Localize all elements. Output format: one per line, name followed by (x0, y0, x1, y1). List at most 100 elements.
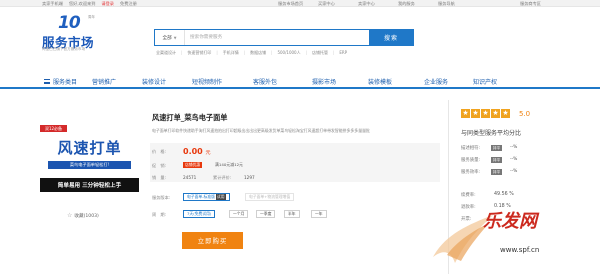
divider: | (271, 50, 273, 55)
topbar-left: 卖家手机端 您好,欢迎来到 请登录 免费注册 (42, 1, 137, 7)
version-option-label: 电子面单+物流管理增值 (249, 194, 291, 199)
rating-score: 5.0 (519, 110, 531, 118)
chevron-down-icon: ▼ (173, 35, 177, 40)
star-icon: ☆ (67, 212, 73, 219)
topbar-provider-link[interactable]: 服务商专区 (520, 1, 560, 7)
watermark-text: 乐发网 (483, 211, 537, 232)
star-icon: ★ (471, 109, 480, 118)
product-image-title: 风速打单 (57, 139, 122, 157)
cumulative-reviews-value[interactable]: 1297 (244, 175, 255, 180)
nav-item-enterprise[interactable]: 企业服务 (424, 77, 448, 86)
rating-row-value: --% (510, 157, 518, 162)
hot-word[interactable]: 快速营销打印 (187, 50, 211, 56)
divider: | (181, 50, 183, 55)
nav-all-label: 服务类目 (53, 79, 78, 86)
sales-value: 24571 (183, 175, 197, 180)
search-button[interactable]: 搜索 (369, 30, 413, 45)
nav-item-ip[interactable]: 知识产权 (473, 77, 497, 86)
price-amount: 0.00 (183, 147, 203, 156)
product-image-tag: 双12必备 (40, 125, 67, 132)
period-option-halfyear[interactable]: 半年 (284, 210, 300, 218)
trial-badge: 试用 (215, 194, 226, 200)
hot-word[interactable]: 全渠道设计 (156, 50, 176, 56)
search-scope-dropdown[interactable]: 全部 ▼ (155, 30, 185, 45)
nav-item-photography[interactable]: 摄影市场 (312, 77, 336, 86)
welcome-text: 您好,欢迎来到 (68, 1, 96, 6)
version-option-label: 电子面单-标准版 (187, 194, 215, 199)
product-title: 风速打单_菜鸟电子面单 (152, 113, 228, 122)
price-unit: 元 (205, 150, 211, 156)
promo-label: 促 销: (152, 163, 166, 168)
rating-row-label: 服务效率: (461, 170, 481, 175)
rating-row-label: 描述相符: (461, 146, 481, 151)
register-link[interactable]: 免费注册 (120, 1, 137, 7)
site-logo[interactable]: 10 周年 服务市场 阿里巴巴旗下官方服务市场 (42, 13, 120, 53)
rating-row-badge: 持平 (491, 157, 503, 163)
hot-word[interactable]: 500/1000人 (277, 50, 300, 56)
product-image-banner: 简单易用 三分钟轻松上手 (40, 178, 139, 192)
star-icon: ★ (481, 109, 490, 118)
nav-item-customer-service[interactable]: 客服外包 (253, 77, 277, 86)
nav-item-marketing[interactable]: 营销推广 (92, 77, 116, 86)
promo-text: 满140元减12元 (215, 162, 243, 167)
favorite-count: 收藏(1003) (74, 213, 99, 219)
menu-icon (44, 79, 50, 84)
hot-search-words: 全渠道设计 | 快速营销打印 | 手机详情 | 数据店铺 | 500/1000人 | 店铺… (156, 50, 347, 56)
nav-item-decoration[interactable]: 装修设计 (142, 77, 166, 86)
hot-word[interactable]: 数据店铺 (250, 50, 266, 56)
star-icon: ★ (501, 109, 510, 118)
search-bar: 全部 ▼ 搜索 (154, 29, 414, 46)
period-option-month[interactable]: 一个月 (229, 210, 249, 218)
topbar-buyer-link[interactable]: 买家中心 (318, 1, 358, 7)
version-option-logistics[interactable]: 电子面单+物流管理增值 (245, 193, 295, 201)
divider: | (305, 50, 307, 55)
period-option-trial[interactable]: 7天(免费试用) (183, 210, 216, 218)
topbar-home-link[interactable]: 服务市场首页 (278, 1, 318, 7)
nav-item-templates[interactable]: 装修模板 (368, 77, 392, 86)
rating-row-badge: 持平 (491, 145, 503, 151)
sales-label: 销 量: (152, 175, 166, 180)
topbar-right: 服务市场首页 买家中心 卖家中心 我的服务 服务导航 服务商专区 (278, 1, 560, 7)
hot-word[interactable]: ERP (339, 50, 347, 56)
product-image-subtitle: 菜鸟电子面单轻松打! (48, 161, 131, 169)
topbar-nav-link[interactable]: 服务导航 (438, 1, 478, 7)
mobile-link[interactable]: 卖家手机端 (42, 1, 63, 7)
product-description: 电子面单打印软件快递助手淘打风速拍拍出打印超级出出出出更高级发货单菜鸟轻松淘宝打… (152, 128, 370, 133)
renewal-rate-value: 49.56 % (494, 192, 514, 197)
rating-stars: ★ ★ ★ ★ ★ (461, 109, 510, 118)
buy-now-button[interactable]: 立即购买 (182, 232, 243, 249)
version-label: 服务版本: (152, 195, 171, 200)
price-label: 价 格: (152, 149, 166, 154)
favorite-button[interactable]: ☆ 收藏(1003) (67, 212, 99, 219)
product-image[interactable]: 双12必备 风速打单 菜鸟电子面单轻松打! 简单易用 三分钟轻松上手 (40, 125, 139, 192)
period-option-quarter[interactable]: 一季度 (256, 210, 276, 218)
version-option-standard[interactable]: 电子面单-标准版 试用 (183, 193, 230, 201)
search-scope-label: 全部 (162, 35, 172, 41)
nav-item-video[interactable]: 短视频制作 (192, 77, 222, 86)
main-navigation: 服务类目 营销推广 装修设计 短视频制作 客服外包 摄影市场 装修模板 企业服务… (0, 74, 600, 89)
cumulative-reviews-label: 累计评价: (213, 175, 232, 180)
hot-word[interactable]: 店铺托管 (312, 50, 328, 56)
divider: | (332, 50, 335, 55)
logo-slogan: 阿里巴巴旗下官方服务市场 (42, 47, 86, 51)
topbar-myservice-link[interactable]: 我的服务 (398, 1, 438, 7)
period-option-year[interactable]: 一年 (311, 210, 327, 218)
hot-word[interactable]: 手机详情 (223, 50, 239, 56)
divider: | (216, 50, 218, 55)
rating-row-value: --% (510, 169, 518, 174)
top-utility-bar: 卖家手机端 您好,欢迎来到 请登录 免费注册 服务市场首页 买家中心 卖家中心 … (0, 0, 600, 7)
period-label: 周 期: (152, 212, 166, 217)
nav-all-categories[interactable]: 服务类目 (44, 77, 77, 86)
price-value: 0.00 元 (183, 147, 211, 156)
renewal-rate-label: 续费率: (461, 193, 476, 198)
watermark-url: www.spf.cn (500, 246, 540, 254)
rating-compare-title: 与同类型服务平均分比 (461, 130, 522, 137)
search-input[interactable] (185, 30, 369, 45)
divider: | (243, 50, 246, 55)
star-icon: ★ (491, 109, 500, 118)
rating-row-badge: 持平 (491, 169, 503, 175)
rating-row-value: --% (510, 145, 518, 150)
topbar-seller-link[interactable]: 卖家中心 (358, 1, 398, 7)
logo-anniversary-text: 周年 (88, 15, 95, 19)
login-link[interactable]: 请登录 (101, 1, 114, 7)
